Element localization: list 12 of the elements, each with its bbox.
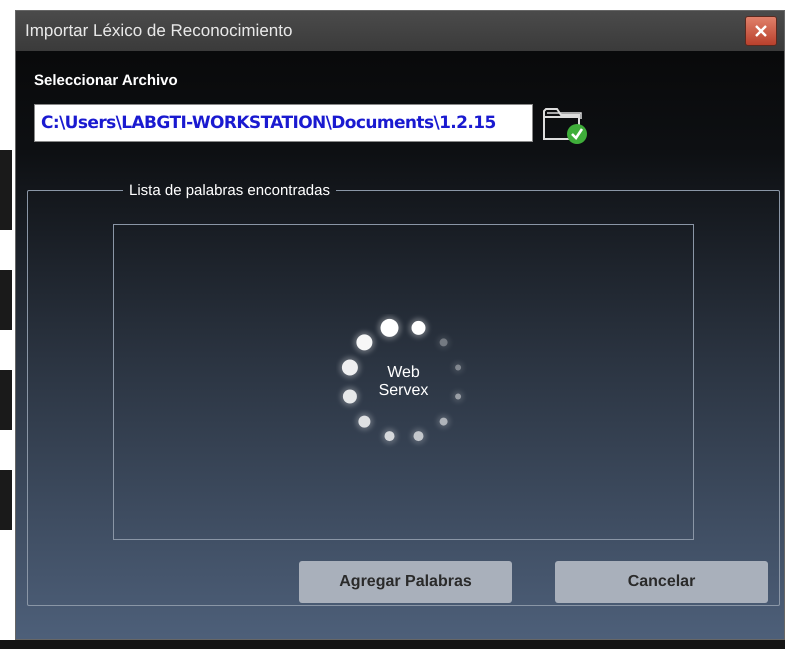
- background-window-block: [0, 470, 12, 530]
- close-button[interactable]: [745, 16, 777, 46]
- close-icon: [754, 24, 768, 38]
- background-window-block: [0, 270, 12, 330]
- loading-text: Web Servex: [378, 364, 430, 400]
- file-path-field[interactable]: C:\Users\LABGTI-WORKSTATION\Documents\1.2.15: [34, 104, 533, 142]
- dialog-button[interactable]: Agregar Palabras: [299, 561, 512, 603]
- group-legend: Lista de palabras encontradas: [123, 180, 336, 202]
- window-title: Importar Léxico de Reconocimiento: [25, 20, 292, 42]
- dialog-button[interactable]: Cancelar: [555, 561, 768, 603]
- file-label: Seleccionar Archivo: [34, 71, 179, 91]
- background-window-block: [0, 370, 12, 430]
